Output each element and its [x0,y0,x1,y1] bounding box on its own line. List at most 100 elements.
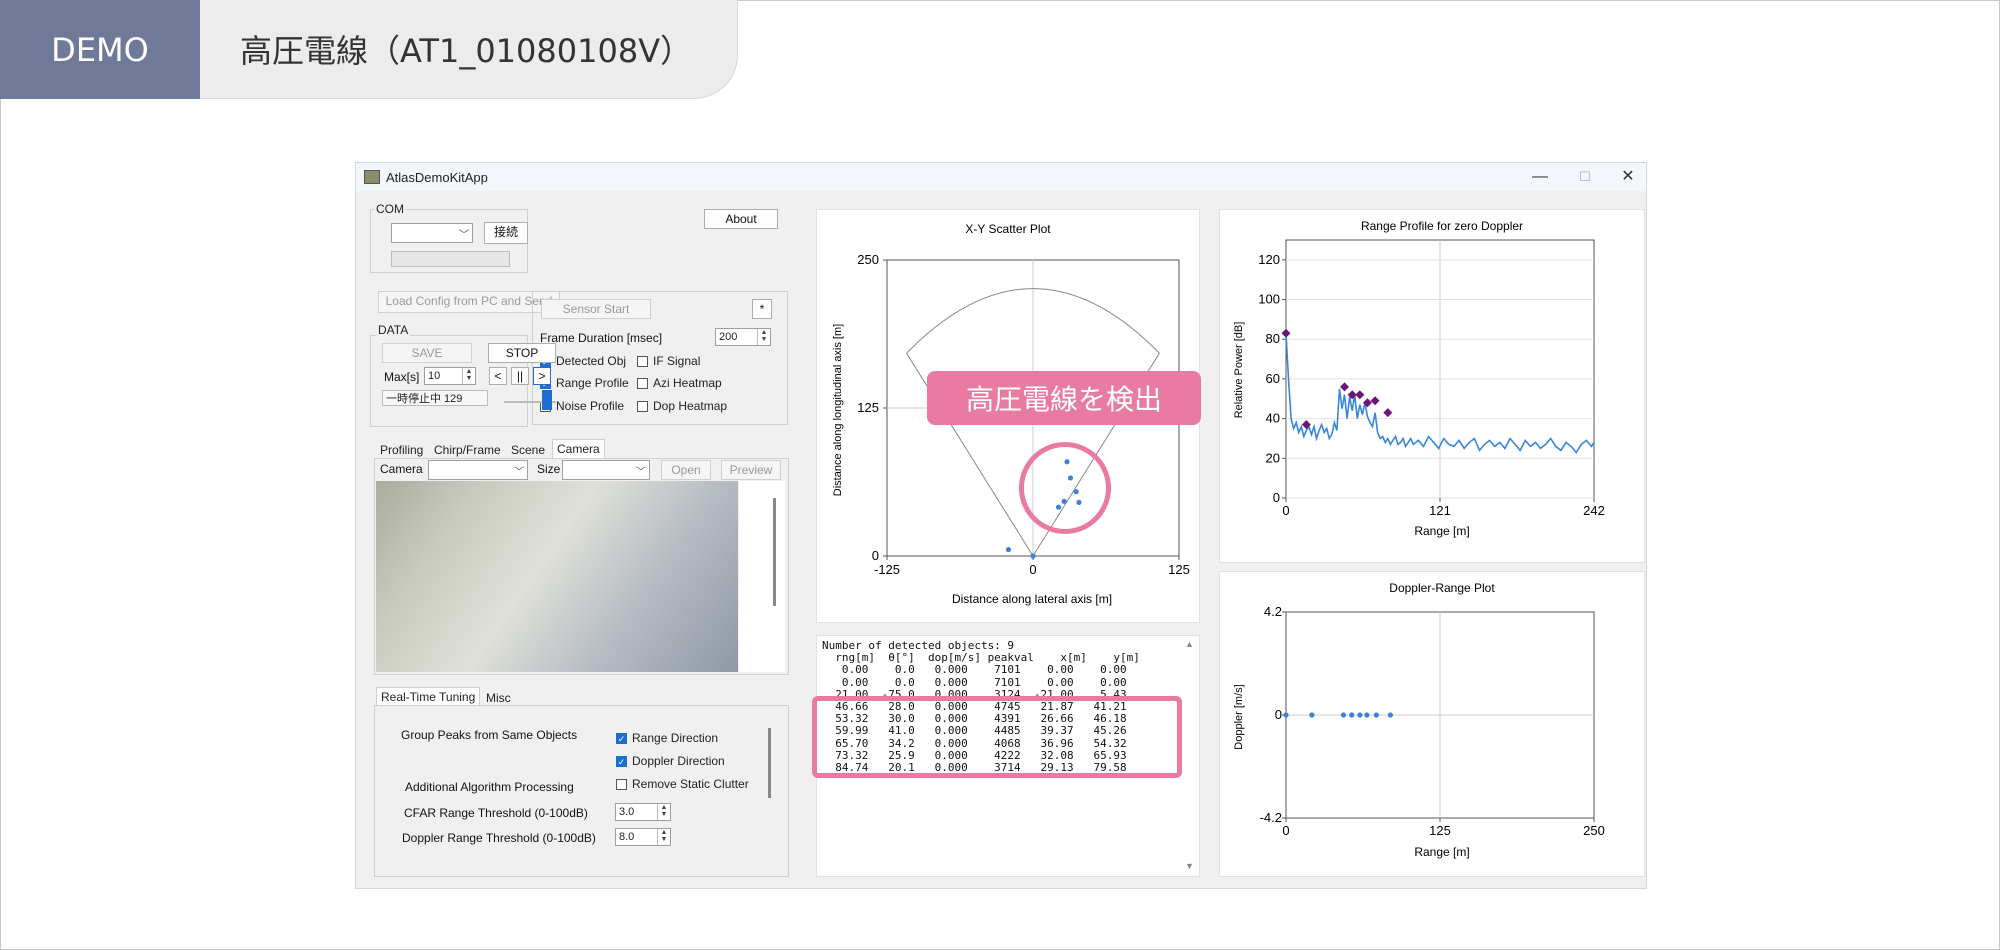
spinner-icon[interactable]: ▲ ▼ [757,329,770,345]
checkbox-unchecked-icon [616,778,627,790]
xy-point [1005,546,1012,553]
tab-profiling[interactable]: Profiling [376,441,427,459]
spinner-icon[interactable]: ▲ ▼ [657,829,670,845]
tuning-scrollbar[interactable] [768,728,771,798]
detection-highlight-circle [1019,442,1111,534]
size-select[interactable]: ﹀ [562,460,650,480]
about-button[interactable]: About [704,209,778,229]
cfar-threshold-input[interactable]: 3.0 ▲ ▼ [615,803,671,821]
cfar-threshold-label: CFAR Range Threshold (0-100dB) [404,806,588,820]
checkbox-label: Doppler Direction [632,754,725,768]
asterisk-button[interactable]: * [752,299,772,319]
chevron-down-icon: ﹀ [636,467,646,478]
checkbox-label: Remove Static Clutter [632,777,749,791]
camera-scrollbar[interactable] [773,498,776,606]
checkbox-label: Range Profile [556,376,629,390]
chevron-down-icon: ﹀ [459,230,469,241]
range-y-tick-label: 60 [1266,371,1280,386]
additional-processing-label: Additional Algorithm Processing [405,780,574,794]
spinner-icon[interactable]: ▲ ▼ [657,804,670,820]
doppler-threshold-label: Doppler Range Threshold (0-100dB) [402,831,596,845]
stop-button[interactable]: STOP [488,343,556,363]
range-x-tick-label: 0 [1282,503,1289,518]
doppler-point [1387,712,1393,718]
range-y-tick-label: 80 [1266,331,1280,346]
range-y-tick-label: 120 [1258,252,1280,267]
xy-y-tick-label: 250 [857,252,879,267]
if-signal-checkbox[interactable]: IF Signal [637,354,700,368]
next-frame-button[interactable]: > [533,367,551,385]
doppler-direction-checkbox[interactable]: ✓ Doppler Direction [616,754,725,768]
frame-duration-label: Frame Duration [msec] [540,331,663,345]
connect-button[interactable]: 接続 [484,222,528,244]
frame-duration-input[interactable]: 200 ▲ ▼ [715,328,771,346]
checkbox-label: Dop Heatmap [653,399,728,413]
playback-slider-thumb[interactable] [542,390,552,410]
chevron-down-icon: ﹀ [514,467,524,478]
range-y-tick-label: 100 [1258,292,1280,307]
checkbox-checked-icon: ✓ [616,755,627,767]
checkbox-unchecked-icon [637,355,648,367]
app-window: AtlasDemoKitApp — ☐ ✕ COM ﹀ 接続 About Loa… [355,162,1647,889]
frame-duration-value: 200 [719,331,738,343]
doppler-range-panel: Doppler-Range Plot 0 125 250 -4.2 0 4.2 … [1219,571,1645,877]
range-profile-panel: Range Profile for zero Doppler 0 20 40 60 80… [1219,209,1645,563]
data-group-label: DATA [376,323,411,337]
doppler-y-tick-label: 4.2 [1264,604,1282,619]
xy-y-axis-label: Distance along longitudinal axis [m] [832,324,844,496]
remove-static-clutter-checkbox[interactable]: Remove Static Clutter [616,777,749,791]
range-y-tick-label: 20 [1266,450,1280,465]
size-label: Size [537,462,561,476]
camera-preview-margin [739,481,785,672]
range-profile-chart: Range Profile for zero Doppler 0 20 40 60 80… [1233,219,1605,538]
range-x-tick-label: 121 [1429,503,1451,518]
save-button[interactable]: SAVE [382,343,472,363]
doppler-point [1309,712,1315,718]
range-peak-marker [1370,396,1380,406]
checkbox-label: Azi Heatmap [653,376,722,390]
maximize-icon[interactable]: ☐ [1573,166,1597,188]
minimize-icon[interactable]: — [1528,166,1552,188]
open-button[interactable]: Open [661,460,711,480]
xy-y-tick-label: 0 [872,548,879,563]
tab-scene[interactable]: Scene [507,441,549,459]
sensor-start-button[interactable]: Sensor Start [541,299,651,319]
doppler-point [1340,712,1347,718]
preview-button[interactable]: Preview [721,460,781,480]
tab-camera[interactable]: Camera [552,439,605,458]
xy-chart-title: X-Y Scatter Plot [965,222,1051,236]
max-seconds-input[interactable]: 10 ▲ ▼ [424,367,476,385]
demo-label: DEMO [0,0,200,99]
window-titlebar: AtlasDemoKitApp — ☐ ✕ [356,163,1646,191]
cfar-threshold-value: 3.0 [619,806,635,818]
range-direction-checkbox[interactable]: ✓ Range Direction [616,731,718,745]
window-title: AtlasDemoKitApp [386,170,488,185]
range-profile-checkbox[interactable]: ✓Range Profile [540,376,629,390]
prev-frame-button[interactable]: < [489,367,507,385]
spinner-icon[interactable]: ▲ ▼ [462,368,475,384]
scroll-up-icon[interactable]: ▲ [1185,639,1194,649]
close-icon[interactable]: ✕ [1616,166,1640,188]
doppler-threshold-input[interactable]: 8.0 ▲ ▼ [615,828,671,846]
tab-chirp-frame[interactable]: Chirp/Frame [430,441,505,459]
app-icon [364,170,380,184]
tab-real-time-tuning[interactable]: Real-Time Tuning [376,687,481,706]
doppler-x-tick-label: 250 [1583,823,1605,838]
range-x-axis-label: Range [m] [1414,524,1469,538]
com-port-select[interactable]: ﹀ [391,223,473,243]
camera-preview-image [376,481,738,672]
range-chart-title: Range Profile for zero Doppler [1361,219,1523,233]
checkbox-label: Noise Profile [556,399,625,413]
pause-button[interactable]: || [511,367,529,385]
azi-heatmap-checkbox[interactable]: Azi Heatmap [637,376,722,390]
scroll-down-icon[interactable]: ▼ [1185,861,1194,871]
range-y-tick-label: 40 [1266,411,1280,426]
checkbox-label: Detected Obj [556,354,627,368]
playback-status: 一時停止中 129 [382,390,488,406]
camera-label: Camera [380,462,423,476]
range-peak-marker [1340,382,1350,392]
dop-heatmap-checkbox[interactable]: Dop Heatmap [637,399,727,413]
doppler-point [1373,712,1379,718]
camera-select[interactable]: ﹀ [428,460,528,480]
doppler-point [1283,712,1289,718]
